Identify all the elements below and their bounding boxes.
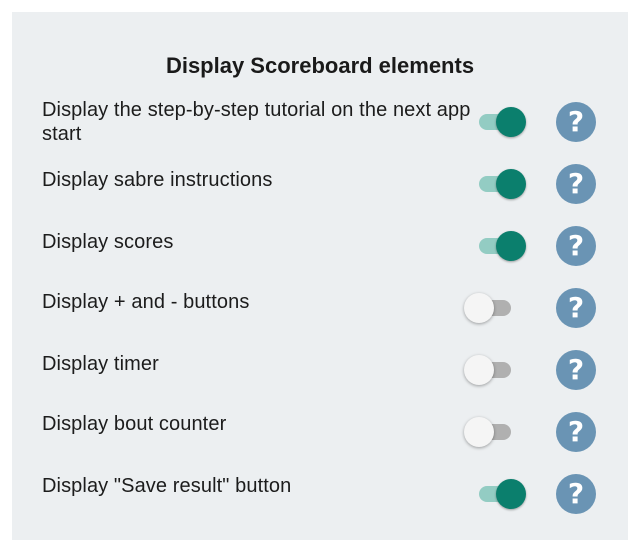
toggle-thumb xyxy=(496,107,526,137)
toggle-thumb xyxy=(496,231,526,261)
setting-label: Display bout counter xyxy=(42,413,227,435)
help-icon[interactable]: ? xyxy=(556,412,596,452)
setting-label: Display "Save result" button xyxy=(42,475,292,497)
help-icon[interactable]: ? xyxy=(556,164,596,204)
help-icon[interactable]: ? xyxy=(556,226,596,266)
help-icon[interactable]: ? xyxy=(556,474,596,514)
toggle-thumb xyxy=(464,417,494,447)
toggle-thumb xyxy=(496,169,526,199)
toggle-thumb xyxy=(464,293,494,323)
timer-toggle[interactable] xyxy=(464,352,516,388)
scoreboard-settings-panel: Display Scoreboard elements Display the … xyxy=(12,12,628,540)
toggle-thumb xyxy=(464,355,494,385)
setting-label: Display timer xyxy=(42,353,159,375)
setting-label: Display + and - buttons xyxy=(42,291,250,313)
setting-label: Display scores xyxy=(42,231,174,253)
section-title: Display Scoreboard elements xyxy=(165,53,475,78)
help-icon[interactable]: ? xyxy=(556,102,596,142)
bout-counter-toggle[interactable] xyxy=(464,414,516,450)
sabre-instructions-toggle[interactable] xyxy=(474,166,526,202)
setting-label: Display the step-by-step tutorial on the… xyxy=(42,99,471,145)
save-result-button-toggle[interactable] xyxy=(474,476,526,512)
help-icon[interactable]: ? xyxy=(556,288,596,328)
setting-label: Display sabre instructions xyxy=(42,169,273,191)
tutorial-toggle[interactable] xyxy=(474,104,526,140)
plus-minus-buttons-toggle[interactable] xyxy=(464,290,516,326)
help-icon[interactable]: ? xyxy=(556,350,596,390)
scores-toggle[interactable] xyxy=(474,228,526,264)
toggle-thumb xyxy=(496,479,526,509)
